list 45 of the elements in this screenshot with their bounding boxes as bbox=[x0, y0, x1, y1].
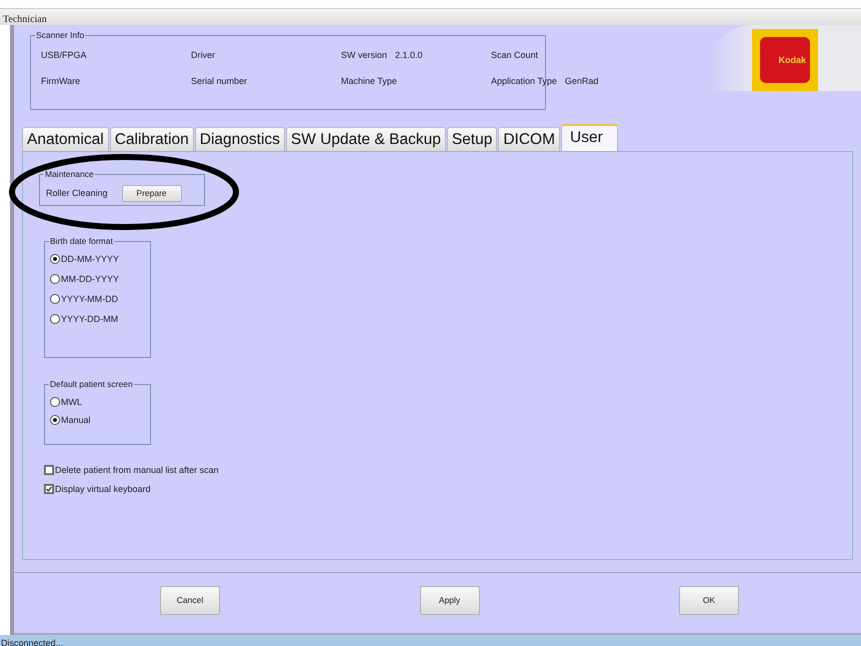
status-bar: Disconnected... bbox=[0, 635, 861, 646]
tab[interactable]: User bbox=[561, 124, 618, 151]
checkbox[interactable] bbox=[44, 465, 54, 475]
info-label: FirmWare bbox=[41, 76, 80, 86]
radio-button[interactable] bbox=[50, 274, 60, 284]
tab[interactable]: Calibration bbox=[110, 127, 194, 151]
tab[interactable]: Diagnostics bbox=[194, 127, 285, 151]
info-label: Machine Type bbox=[341, 76, 397, 86]
radio-label: MWL bbox=[61, 397, 82, 407]
radio-button[interactable] bbox=[50, 415, 60, 425]
info-label: Serial number bbox=[191, 76, 248, 86]
dialog-button[interactable]: OK bbox=[679, 586, 739, 614]
radio-button[interactable] bbox=[50, 397, 60, 407]
radio-label: YYYY-DD-MM bbox=[61, 314, 118, 324]
radio-label: Manual bbox=[61, 415, 91, 425]
tab[interactable]: SW Update & Backup bbox=[286, 127, 446, 151]
checkbox[interactable] bbox=[44, 484, 54, 494]
roller-cleaning-label: Roller Cleaning bbox=[46, 188, 108, 198]
group-title: Birth date format bbox=[49, 236, 114, 247]
info-value: GenRad bbox=[564, 76, 598, 86]
info-label: Driver bbox=[191, 50, 215, 60]
radio-button[interactable] bbox=[50, 314, 60, 324]
window-title: Technician bbox=[0, 8, 861, 25]
group-title: Maintenance bbox=[44, 169, 95, 180]
prepare-button[interactable]: Prepare bbox=[122, 184, 182, 202]
info-label: USB/FPGA bbox=[41, 50, 87, 60]
info-value: 2.1.0.0 bbox=[395, 50, 423, 60]
radio-button[interactable] bbox=[50, 254, 60, 264]
tab[interactable]: Setup bbox=[446, 127, 498, 151]
group-title: Default patient screen bbox=[49, 379, 134, 390]
info-label: SW version bbox=[341, 50, 388, 60]
radio-label: DD-MM-YYYY bbox=[61, 254, 119, 264]
info-label: Application Type bbox=[491, 76, 557, 86]
info-label: Scan Count bbox=[491, 50, 538, 60]
tab[interactable]: DICOM bbox=[498, 127, 560, 151]
group-title: Scanner Info bbox=[35, 30, 86, 41]
checkbox-label: Display virtual keyboard bbox=[55, 484, 151, 494]
radio-label: YYYY-MM-DD bbox=[61, 294, 118, 304]
radio-label: MM-DD-YYYY bbox=[61, 274, 119, 284]
dialog-button[interactable]: Apply bbox=[420, 586, 480, 614]
radio-button[interactable] bbox=[50, 294, 60, 304]
tab[interactable]: Anatomical bbox=[22, 127, 109, 151]
checkbox-label: Delete patient from manual list after scan bbox=[55, 465, 219, 475]
dialog-button[interactable]: Cancel bbox=[160, 586, 220, 614]
logo: Kodak bbox=[752, 29, 818, 91]
